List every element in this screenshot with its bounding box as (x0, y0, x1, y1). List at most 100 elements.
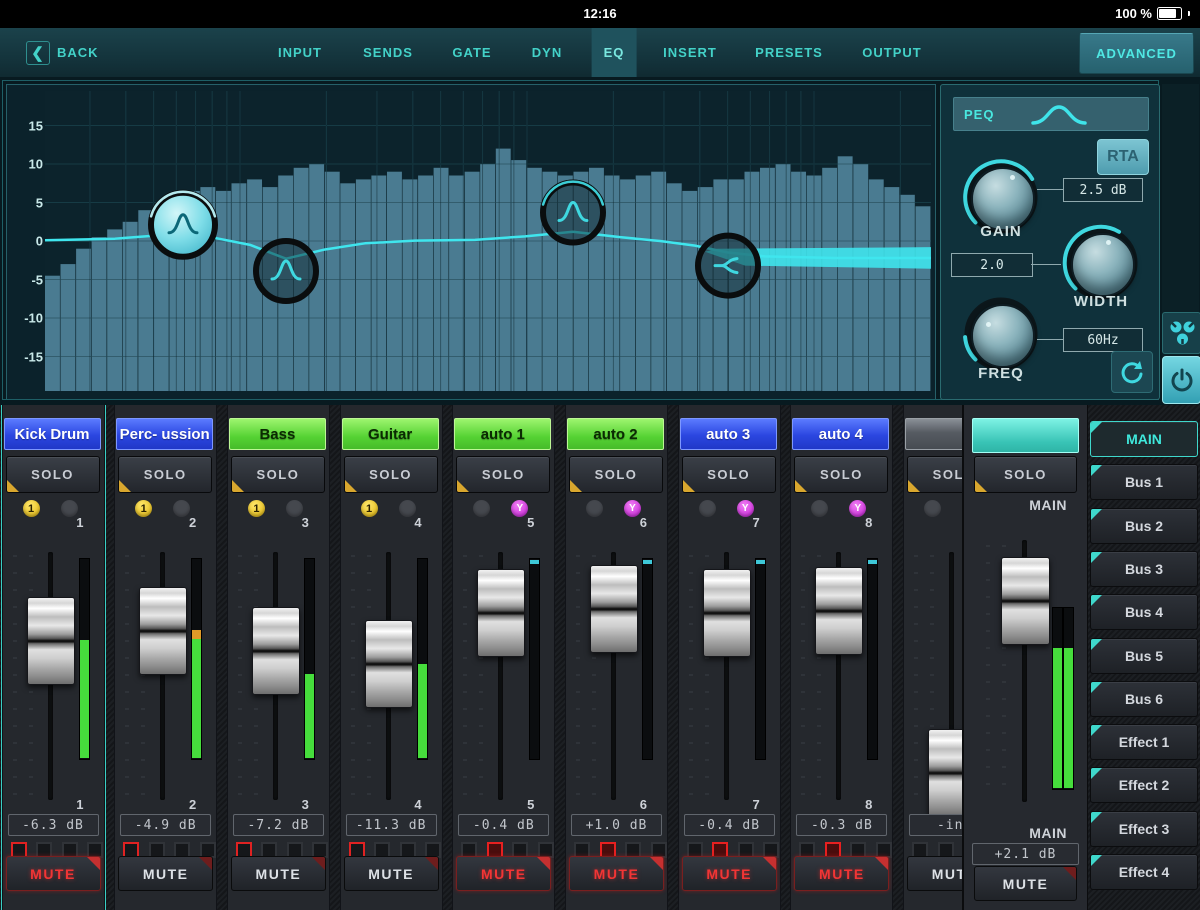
gain-label: GAIN (980, 223, 1022, 240)
channel-name-label[interactable]: auto 4 (792, 418, 890, 450)
tab-bus-4[interactable]: Bus 4 (1090, 594, 1198, 631)
channel-name-label[interactable]: Bass (228, 418, 326, 450)
reset-button[interactable] (1111, 351, 1153, 393)
channel-name-label[interactable]: Perc- ussion (116, 418, 214, 450)
level-meter (867, 558, 879, 760)
main-strip-title: MAIN (1029, 497, 1067, 513)
gain-readout: +1.0 dB (571, 814, 662, 836)
mixer-app: 12:16 100 % ❮ BACK INPUT SENDS GATE DYN EQ IN… (0, 0, 1200, 910)
mute-button[interactable]: MUTE (907, 856, 962, 891)
fader-cap[interactable] (590, 565, 638, 653)
solo-button[interactable]: SOLO (681, 456, 776, 493)
main-name-label[interactable] (972, 418, 1079, 453)
fader-cap[interactable] (26, 597, 75, 685)
solo-button[interactable]: SOLO (794, 456, 889, 493)
advanced-button[interactable]: ADVANCED (1079, 33, 1194, 74)
gain-readout: -11.3 dB (345, 814, 437, 836)
solo-button[interactable]: SOLO (343, 456, 438, 493)
main-mute-button[interactable]: MUTE (974, 866, 1077, 901)
tab-effect-2[interactable]: Effect 2 (1090, 767, 1198, 804)
solo-button[interactable]: SOLO (230, 456, 325, 493)
nav-tab-eq[interactable]: EQ (591, 28, 637, 77)
tab-bus-6[interactable]: Bus 6 (1090, 680, 1198, 717)
solo-button[interactable]: SOLO (569, 456, 663, 493)
channel-name-label[interactable]: Kick Drum (3, 418, 101, 450)
fader-cap[interactable] (702, 569, 751, 657)
input-badge: 1 (247, 500, 265, 517)
channel-name-label[interactable]: auto 1 (454, 418, 552, 450)
eq-plot[interactable] (45, 91, 931, 391)
channel-name-label[interactable]: Guitar (341, 418, 439, 450)
mute-button[interactable]: MUTE (681, 856, 777, 891)
nav-tab-insert[interactable]: INSERT (651, 28, 729, 77)
spectrum-bar (915, 206, 931, 391)
solo-button[interactable]: SOLO (118, 456, 213, 493)
channel-name-label[interactable]: auto 2 (567, 418, 664, 450)
status-dot (398, 500, 416, 517)
battery-status: 100 % (1115, 6, 1190, 21)
eq-band-handle-2[interactable] (253, 238, 319, 304)
reset-icon (1121, 361, 1143, 384)
tab-effect-3[interactable]: Effect 3 (1090, 810, 1198, 847)
tab-effect-1[interactable]: Effect 1 (1090, 724, 1198, 761)
main-fader-cap[interactable] (1001, 557, 1050, 645)
eq-side-toolbar (1162, 84, 1200, 404)
level-meter (416, 558, 428, 760)
nav-tab-dyn[interactable]: DYN (520, 28, 574, 77)
width-label: WIDTH (1073, 293, 1129, 310)
channel-number: 4 (414, 515, 422, 530)
nav-tab-gate[interactable]: GATE (440, 28, 503, 77)
mute-button[interactable]: MUTE (230, 856, 326, 891)
eq-band-handle-1[interactable] (148, 189, 218, 260)
nav-tab-input[interactable]: INPUT (266, 28, 334, 77)
filter-type-select[interactable]: PEQ (953, 97, 1149, 131)
tab-bus-2[interactable]: Bus 2 (1090, 507, 1198, 544)
main-solo-button[interactable]: SOLO (974, 456, 1077, 493)
channel-number-bottom: 7 (752, 797, 760, 812)
solo-button[interactable]: SOLO (456, 456, 551, 493)
channel-name-label[interactable] (905, 418, 962, 450)
y-axis-label: -10 (24, 310, 43, 326)
fader-cap[interactable] (139, 587, 188, 675)
fader-cap[interactable] (477, 569, 526, 657)
fader-cap[interactable] (815, 567, 864, 655)
tab-bus-3[interactable]: Bus 3 (1090, 550, 1198, 587)
y-axis-label: 0 (35, 233, 43, 249)
rta-button[interactable]: RTA (1097, 139, 1149, 175)
spectrum-bar (620, 179, 635, 391)
y-axis-label: 5 (35, 195, 43, 210)
spectrum-bar (837, 156, 853, 391)
channel-number: 1 (76, 515, 84, 530)
solo-button[interactable]: SOLO (907, 456, 962, 493)
back-button[interactable]: ❮ BACK (26, 28, 99, 77)
mute-button[interactable]: MUTE (569, 856, 664, 891)
main-meter-right (1063, 607, 1074, 790)
power-icon (1171, 368, 1192, 392)
input-badge: 1 (135, 500, 153, 517)
eq-band-handle-4[interactable] (695, 232, 761, 299)
mute-button[interactable]: MUTE (343, 856, 439, 891)
mute-button[interactable]: MUTE (456, 856, 552, 891)
tab-bus-1[interactable]: Bus 1 (1090, 464, 1198, 501)
solo-button[interactable]: SOLO (5, 456, 100, 493)
channel-number: 2 (188, 515, 197, 530)
meter-peak-tick (643, 560, 652, 564)
spectrum-bar (899, 194, 915, 391)
mute-button[interactable]: MUTE (5, 856, 101, 891)
fader-cap[interactable] (251, 607, 300, 695)
channel-name-label[interactable]: auto 3 (679, 418, 777, 450)
eq-band-handle-3[interactable] (540, 179, 606, 246)
tab-effect-4[interactable]: Effect 4 (1090, 854, 1198, 890)
nav-tab-presets[interactable]: PRESETS (743, 28, 835, 77)
main-meter-left (1052, 607, 1063, 790)
nav-tab-output[interactable]: OUTPUT (850, 28, 933, 77)
band-knobs-icon[interactable] (1162, 312, 1200, 354)
mute-button[interactable]: MUTE (794, 856, 890, 891)
fader-cap[interactable] (364, 620, 413, 708)
mute-button[interactable]: MUTE (118, 856, 214, 891)
tab-bus-5[interactable]: Bus 5 (1090, 637, 1198, 674)
nav-tab-sends[interactable]: SENDS (351, 28, 425, 77)
eq-power-button[interactable] (1162, 356, 1200, 404)
tab-main[interactable]: MAIN (1090, 421, 1198, 457)
fader-cap[interactable] (928, 729, 962, 817)
